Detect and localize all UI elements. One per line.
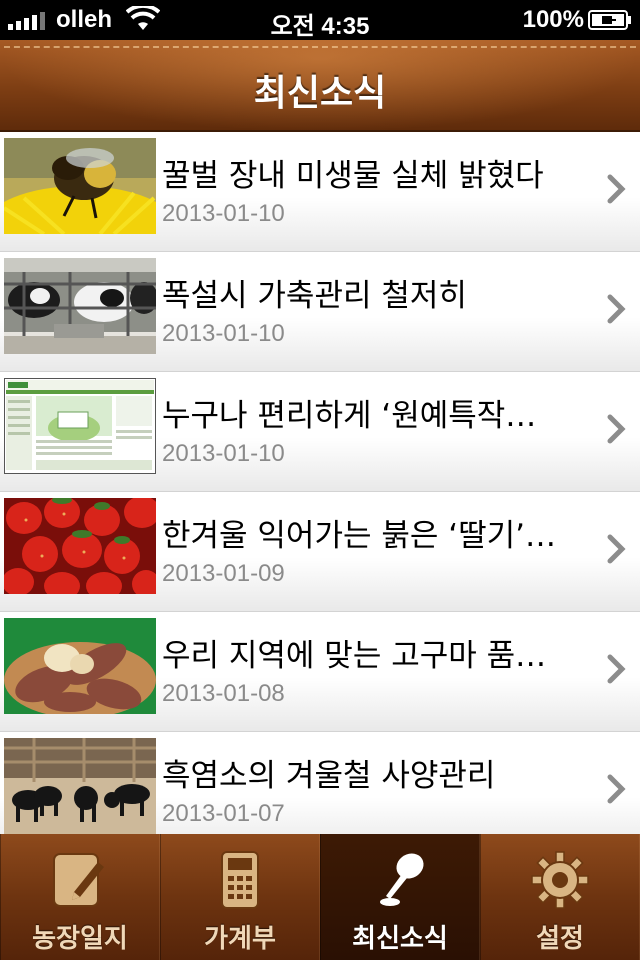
tab-bar: 농장일지 가계부 최신소식 설정 — [0, 834, 640, 960]
strawberries-thumbnail — [4, 498, 156, 594]
black-goats-thumbnail — [4, 738, 156, 834]
tab-account-book[interactable]: 가계부 — [160, 834, 320, 960]
news-date: 2013-01-10 — [162, 200, 285, 227]
tab-label: 설정 — [536, 924, 584, 954]
header-stitching — [4, 46, 636, 48]
list-item[interactable]: 우리 지역에 맞는 고구마 품… 2013-01-08 — [0, 612, 640, 732]
tab-label: 최신소식 — [352, 924, 448, 954]
news-title: 꿀벌 장내 미생물 실체 밝혔다 — [162, 158, 544, 194]
tab-settings[interactable]: 설정 — [480, 834, 640, 960]
chevron-right-icon — [607, 294, 626, 324]
list-item[interactable]: 꿀벌 장내 미생물 실체 밝혔다 2013-01-10 — [0, 132, 640, 252]
list-item[interactable]: 한겨울 익어가는 붉은 ‘딸기’… 2013-01-09 — [0, 492, 640, 612]
pencil-note-icon — [53, 853, 104, 907]
news-date: 2013-01-10 — [162, 320, 285, 347]
battery-charging-icon — [588, 10, 631, 30]
header-bar: 최신소식 — [0, 40, 640, 132]
tab-farm-diary[interactable]: 농장일지 — [0, 834, 160, 960]
chevron-right-icon — [607, 654, 626, 684]
news-title: 우리 지역에 맞는 고구마 품… — [162, 638, 547, 674]
tab-label: 가계부 — [204, 924, 276, 954]
list-item[interactable]: 폭설시 가축관리 철저히 2013-01-10 — [0, 252, 640, 372]
bee-thumbnail — [4, 138, 156, 234]
microphone-icon — [380, 853, 424, 906]
battery-percent: 100% — [522, 6, 584, 33]
chevron-right-icon — [607, 174, 626, 204]
website-thumbnail — [4, 378, 156, 474]
news-title: 한겨울 익어가는 붉은 ‘딸기’… — [162, 518, 556, 554]
status-bar: olleh 오전 4:35 100% — [0, 0, 640, 40]
list-item[interactable]: 흑염소의 겨울철 사양관리 2013-01-07 — [0, 732, 640, 834]
page-title: 최신소식 — [253, 73, 387, 114]
news-title: 폭설시 가축관리 철저히 — [162, 278, 467, 314]
tab-latest-news[interactable]: 최신소식 — [320, 834, 480, 960]
news-date: 2013-01-08 — [162, 680, 285, 707]
news-date: 2013-01-07 — [162, 800, 285, 827]
news-list[interactable]: 꿀벌 장내 미생물 실체 밝혔다 2013-01-10 폭설시 가축관리 철저히… — [0, 132, 640, 834]
list-item[interactable]: 누구나 편리하게 ‘원예특작… 2013-01-10 — [0, 372, 640, 492]
sweet-potatoes-thumbnail — [4, 618, 156, 714]
tab-label: 농장일지 — [32, 924, 128, 954]
news-date: 2013-01-09 — [162, 560, 285, 587]
chevron-right-icon — [607, 414, 626, 444]
news-title: 누구나 편리하게 ‘원예특작… — [162, 398, 537, 434]
calculator-icon — [221, 851, 259, 909]
news-title: 흑염소의 겨울철 사양관리 — [162, 758, 496, 794]
cows-thumbnail — [4, 258, 156, 354]
chevron-right-icon — [607, 774, 626, 804]
gear-icon — [531, 851, 589, 909]
chevron-right-icon — [607, 534, 626, 564]
news-date: 2013-01-10 — [162, 440, 285, 467]
